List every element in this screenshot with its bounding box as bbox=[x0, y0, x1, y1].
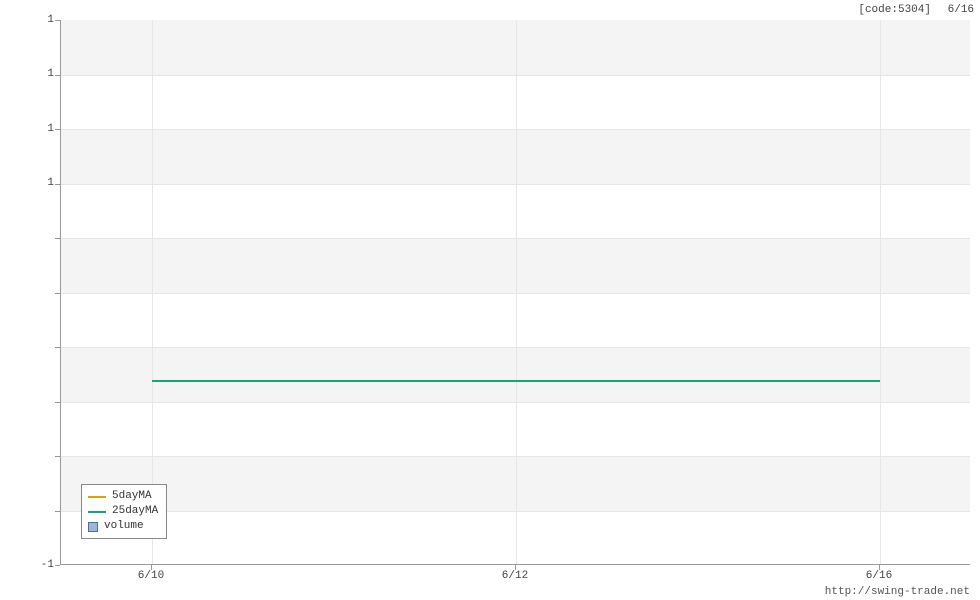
legend-item-25dayma: 25dayMA bbox=[88, 504, 158, 519]
grid-line bbox=[880, 20, 881, 564]
y-tick-mark bbox=[55, 347, 60, 348]
y-tick-mark bbox=[55, 456, 60, 457]
y-tick-mark bbox=[55, 238, 60, 239]
y-tick-mark bbox=[55, 565, 60, 566]
legend-item-volume: volume bbox=[88, 519, 158, 534]
chart-container: [code:5304] 6/16 5dayMA bbox=[0, 0, 980, 600]
legend-item-5dayma: 5dayMA bbox=[88, 489, 158, 504]
y-tick-mark bbox=[55, 402, 60, 403]
legend-swatch-box-icon bbox=[88, 522, 98, 532]
x-tick-mark bbox=[151, 565, 152, 570]
y-tick-mark bbox=[55, 184, 60, 185]
legend-label: 25dayMA bbox=[112, 504, 158, 519]
header-meta: [code:5304] 6/16 bbox=[848, 4, 974, 16]
x-tick-mark bbox=[879, 565, 880, 570]
x-tick-label: 6/10 bbox=[138, 570, 164, 582]
legend-label: 5dayMA bbox=[112, 489, 152, 504]
y-tick-mark bbox=[55, 75, 60, 76]
y-tick-mark bbox=[55, 293, 60, 294]
x-tick-label: 6/16 bbox=[866, 570, 892, 582]
y-tick-label: -1 bbox=[4, 559, 54, 571]
y-tick-mark bbox=[55, 20, 60, 21]
y-tick-mark bbox=[55, 511, 60, 512]
legend-label: volume bbox=[104, 519, 144, 534]
legend-swatch-line-icon bbox=[88, 496, 106, 498]
header-date: 6/16 bbox=[948, 4, 974, 16]
y-tick-mark bbox=[55, 129, 60, 130]
legend: 5dayMA 25dayMA volume bbox=[81, 484, 167, 539]
y-tick-label: 1 bbox=[4, 177, 54, 189]
grid-line bbox=[516, 20, 517, 564]
footer-url: http://swing-trade.net bbox=[825, 586, 970, 598]
line-25dayma bbox=[152, 380, 880, 382]
x-tick-mark bbox=[515, 565, 516, 570]
x-tick-label: 6/12 bbox=[502, 570, 528, 582]
y-tick-label: 1 bbox=[4, 123, 54, 135]
legend-swatch-line-icon bbox=[88, 511, 106, 513]
code-label: [code:5304] bbox=[858, 4, 931, 16]
plot-area: 5dayMA 25dayMA volume bbox=[60, 20, 970, 565]
grid-line bbox=[152, 20, 153, 564]
y-tick-label: 1 bbox=[4, 14, 54, 26]
y-tick-label: 1 bbox=[4, 68, 54, 80]
